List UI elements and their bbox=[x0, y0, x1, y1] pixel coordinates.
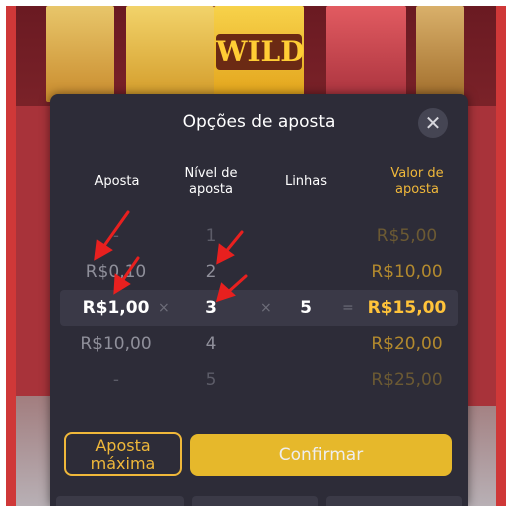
annotation-arrow-head bbox=[215, 282, 236, 303]
annotation-arrow-head bbox=[113, 273, 131, 295]
annotation-arrow-head bbox=[94, 239, 113, 261]
annotation-arrows bbox=[94, 210, 248, 303]
annotation-arrow bbox=[99, 210, 130, 252]
game-screen: WILD Opções de aposta ✕ Aposta Nível de … bbox=[6, 6, 506, 506]
